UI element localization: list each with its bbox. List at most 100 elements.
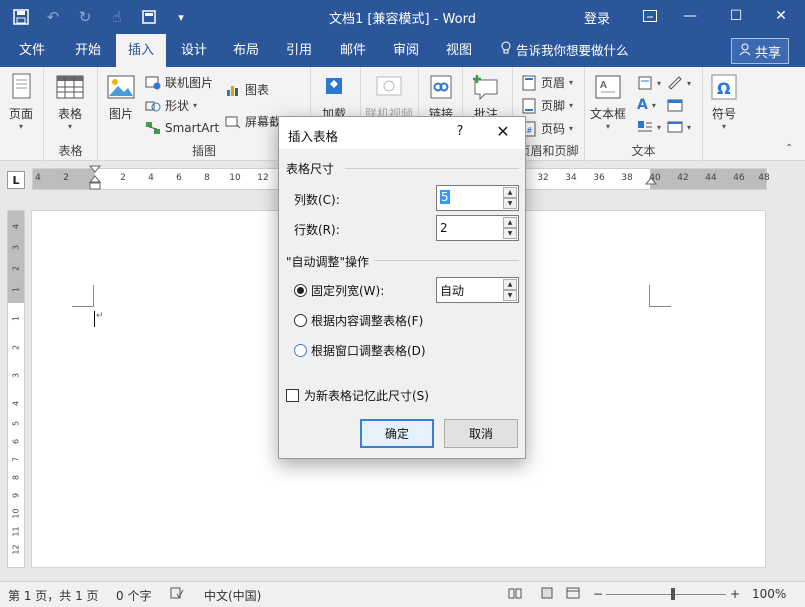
tab-mailings[interactable]: 邮件: [329, 34, 377, 67]
login-link[interactable]: 登录: [584, 8, 610, 27]
right-indent-marker[interactable]: [645, 175, 657, 191]
spin-up-icon[interactable]: ▲: [503, 279, 517, 290]
picture-button[interactable]: 图片: [106, 72, 136, 122]
indent-marker[interactable]: [89, 165, 101, 193]
ok-button[interactable]: 确定: [360, 419, 434, 448]
zoom-in-icon[interactable]: +: [730, 587, 740, 601]
columns-spinner[interactable]: 5 ▲ ▼: [436, 185, 519, 211]
share-button[interactable]: 共享: [731, 38, 789, 64]
dialog-title: 插入表格: [288, 129, 339, 144]
zoom-out-icon[interactable]: −: [593, 587, 603, 601]
fixed-width-spinner[interactable]: ▲ ▼: [436, 277, 519, 303]
textbox-button[interactable]: A 文本框 ▾: [590, 72, 626, 131]
comment-button[interactable]: 批注: [471, 72, 501, 122]
page-count[interactable]: 第 1 页，共 1 页: [8, 587, 99, 604]
fixed-width-input[interactable]: [439, 280, 501, 300]
ruler-tick: 6: [11, 438, 21, 445]
spin-up-icon[interactable]: ▲: [503, 217, 517, 228]
radio-autofit-contents[interactable]: [294, 314, 307, 327]
cancel-button[interactable]: 取消: [444, 419, 518, 448]
ruler-tick: 1: [11, 286, 21, 293]
close-icon[interactable]: ✕: [491, 122, 515, 144]
spin-down-icon[interactable]: ▼: [503, 228, 517, 239]
remember-size-option[interactable]: 为新表格记忆此尺寸(S): [286, 387, 429, 404]
undo-icon[interactable]: ↶: [42, 6, 64, 28]
fixed-width-option[interactable]: 固定列宽(W):: [294, 282, 384, 299]
chart-button[interactable]: 图表: [225, 81, 269, 98]
group-label-table: 表格: [58, 144, 83, 158]
online-picture-button[interactable]: 联机图片: [145, 74, 213, 91]
print-layout-view-icon[interactable]: [540, 587, 554, 602]
tab-file[interactable]: 文件: [8, 34, 56, 67]
ruler-tick: 12: [11, 544, 21, 555]
symbol-button[interactable]: Ω 符号 ▾: [709, 72, 739, 131]
tab-selector[interactable]: L: [7, 171, 25, 189]
minimize-icon[interactable]: —: [673, 4, 707, 28]
touch-mode-icon[interactable]: ☝: [106, 6, 128, 28]
quick-access-toolbar: ↶ ↻ ☝ ▾: [10, 6, 192, 28]
help-icon[interactable]: ?: [451, 124, 469, 142]
maximize-icon[interactable]: ☐: [719, 4, 753, 28]
read-mode-icon[interactable]: [508, 587, 522, 602]
quick-parts-button[interactable]: ▾: [637, 75, 661, 91]
radio-autofit-window[interactable]: [294, 344, 307, 357]
customize-qat-icon[interactable]: ▾: [170, 6, 192, 28]
header-button[interactable]: 页眉 ▾: [521, 74, 573, 91]
redo-icon[interactable]: ↻: [74, 6, 96, 28]
table-button[interactable]: 表格 ▾: [55, 72, 85, 131]
fixed-width-spin-arrows[interactable]: ▲ ▼: [503, 279, 517, 301]
columns-spin-arrows[interactable]: ▲ ▼: [503, 187, 517, 209]
spin-up-icon[interactable]: ▲: [503, 187, 517, 198]
object-button[interactable]: ▾: [667, 119, 691, 135]
collapse-ribbon-icon[interactable]: ⌃: [785, 143, 793, 154]
rows-spinner[interactable]: ▲ ▼: [436, 215, 519, 241]
date-time-button[interactable]: [667, 97, 683, 113]
web-layout-icon[interactable]: [566, 587, 580, 602]
tell-me-search[interactable]: 告诉我你想要做什么: [500, 34, 629, 67]
tab-review[interactable]: 审阅: [382, 34, 430, 67]
chevron-down-icon: ▾: [651, 100, 656, 110]
drop-cap-button[interactable]: ▾: [637, 119, 661, 135]
chevron-down-icon: ▾: [687, 122, 692, 132]
print-layout-icon[interactable]: [138, 6, 160, 28]
tab-view[interactable]: 视图: [435, 34, 483, 67]
zoom-level[interactable]: 100%: [752, 587, 786, 601]
word-count[interactable]: 0 个字: [116, 587, 151, 604]
page-number-button[interactable]: # 页码 ▾: [521, 120, 573, 137]
addins-button[interactable]: 加载: [319, 72, 349, 122]
ribbon-display-options-icon[interactable]: [633, 4, 667, 28]
zoom-slider-thumb[interactable]: [671, 588, 675, 600]
smartart-button[interactable]: SmartArt: [145, 120, 219, 136]
signature-line-button[interactable]: ▾: [667, 75, 691, 91]
vertical-ruler[interactable]: 4 3 2 1 1 2 3 4 5 6 7 8 9 10 11 12: [7, 210, 25, 568]
link-icon: [430, 75, 452, 99]
tab-home[interactable]: 开始: [64, 34, 112, 67]
autofit-window-option[interactable]: 根据窗口调整表格(D): [294, 342, 426, 359]
chevron-down-icon: ▾: [193, 101, 198, 110]
tab-layout[interactable]: 布局: [222, 34, 270, 67]
ruler-tick: 12: [257, 173, 269, 183]
language-indicator[interactable]: 中文(中国): [204, 587, 261, 604]
proofing-icon[interactable]: [170, 587, 184, 602]
online-video-button[interactable]: 联机视频: [365, 72, 413, 122]
close-window-icon[interactable]: ✕: [764, 4, 798, 28]
spin-down-icon[interactable]: ▼: [503, 198, 517, 209]
save-icon[interactable]: [10, 6, 32, 28]
tab-design[interactable]: 设计: [170, 34, 218, 67]
pages-button[interactable]: 页面 ▾: [6, 72, 36, 131]
radio-fixed-width[interactable]: [294, 284, 307, 297]
page-number-label: 页码: [541, 122, 566, 136]
zoom-slider[interactable]: [606, 594, 726, 595]
rows-spin-arrows[interactable]: ▲ ▼: [503, 217, 517, 239]
shapes-button[interactable]: 形状 ▾: [145, 97, 197, 114]
tab-references[interactable]: 引用: [275, 34, 323, 67]
columns-input[interactable]: 5: [440, 190, 450, 204]
remember-size-checkbox[interactable]: [286, 389, 299, 402]
autofit-contents-option[interactable]: 根据内容调整表格(F): [294, 312, 423, 329]
links-button[interactable]: 链接: [426, 72, 456, 122]
tab-insert[interactable]: 插入: [116, 34, 166, 67]
spin-down-icon[interactable]: ▼: [503, 290, 517, 301]
rows-input[interactable]: [439, 218, 501, 238]
wordart-button[interactable]: A ▾: [637, 97, 656, 113]
footer-button[interactable]: 页脚 ▾: [521, 97, 573, 114]
